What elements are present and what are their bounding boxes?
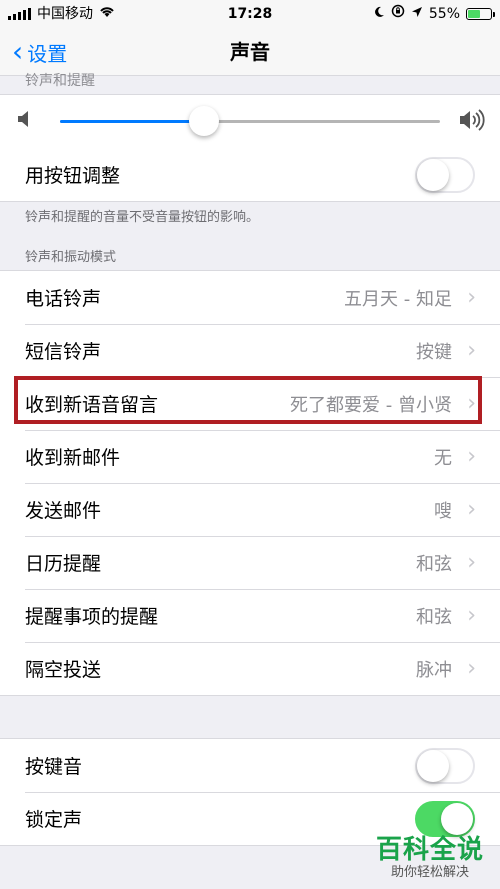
list-item[interactable]: 日历提醒 和弦 › [0, 536, 500, 589]
ringer-section-header: 铃声和提醒 [25, 73, 95, 89]
volume-slider-row [0, 95, 500, 148]
list-item[interactable]: 收到新邮件 无 › [0, 430, 500, 483]
status-bar: 中国移动 17:28 55% [0, 0, 500, 28]
list-item-value: 五月天 - 知足 [344, 288, 452, 310]
chevron-right-icon: › [467, 603, 476, 628]
chevron-right-icon: › [467, 656, 476, 681]
list-item-value: 死了都要爱 - 曾小贤 [290, 394, 452, 416]
navigation-bar: ‹ 设置 声音 [0, 28, 500, 76]
volume-slider[interactable] [60, 106, 440, 136]
battery-percent: 55% [428, 6, 460, 22]
list-item-label: 日历提醒 [25, 553, 102, 575]
ringer-group: 用按钮调整 [0, 94, 500, 202]
chevron-right-icon: › [467, 497, 476, 522]
toggle-knob [417, 158, 449, 191]
list-item[interactable]: 发送邮件 嗖 › [0, 483, 500, 536]
toggle-knob [417, 749, 449, 782]
page-title: 声音 [230, 40, 270, 64]
chevron-right-icon: › [467, 285, 476, 310]
list-item-label: 提醒事项的提醒 [25, 606, 159, 628]
chevron-right-icon: › [467, 444, 476, 469]
battery-fill [468, 10, 480, 18]
list-item-label: 短信铃声 [25, 341, 102, 363]
watermark-sub: 助你轻松解决 [390, 865, 469, 880]
lock-sound-toggle[interactable] [415, 800, 475, 837]
list-item-value: 和弦 [416, 553, 452, 575]
volume-slider-fill [60, 120, 205, 123]
list-item-label: 电话铃声 [25, 288, 102, 310]
toggle-knob [441, 802, 473, 835]
list-item-value: 无 [434, 447, 452, 469]
watermark-main: 百科全说 [375, 835, 484, 865]
adjust-with-buttons-label: 用按钮调整 [25, 165, 121, 187]
list-item-label: 收到新语音留言 [25, 394, 159, 416]
list-item-value: 嗖 [434, 500, 452, 522]
keyboard-clicks-row: 按键音 [0, 739, 500, 792]
adjust-with-buttons-toggle[interactable] [415, 156, 475, 193]
lock-sound-label: 锁定声 [25, 809, 83, 831]
status-right: 55% [373, 0, 495, 28]
list-item[interactable]: 电话铃声 五月天 - 知足 › [0, 271, 500, 324]
ringer-section-footer: 铃声和提醒的音量不受音量按钮的影响。 [25, 210, 260, 225]
list-item-value: 和弦 [416, 606, 452, 628]
patterns-group: 电话铃声 五月天 - 知足 › 短信铃声 按键 › 收到新语音留言 死了都要爱 … [0, 270, 500, 696]
keyboard-clicks-label: 按键音 [25, 756, 83, 778]
moon-icon [373, 0, 385, 28]
list-item[interactable]: 提醒事项的提醒 和弦 › [0, 589, 500, 642]
volume-low-icon [16, 109, 32, 133]
volume-high-icon [458, 109, 486, 135]
watermark: 百科全说 助你轻松解决 [370, 835, 490, 881]
adjust-with-buttons-row: 用按钮调整 [0, 148, 500, 201]
list-item-label: 收到新邮件 [25, 447, 121, 469]
list-item-value: 脉冲 [416, 659, 452, 681]
rotation-lock-icon [391, 0, 405, 28]
list-item-value: 按键 [416, 341, 452, 363]
list-item[interactable]: 隔空投送 脉冲 › [0, 642, 500, 695]
volume-slider-knob[interactable] [189, 106, 220, 136]
list-item[interactable]: 短信铃声 按键 › [0, 324, 500, 377]
battery-icon [466, 8, 495, 20]
location-icon [411, 0, 423, 28]
patterns-section-header: 铃声和振动模式 [25, 250, 117, 265]
list-item-label: 隔空投送 [25, 659, 102, 681]
chevron-right-icon: › [467, 338, 476, 363]
chevron-right-icon: › [467, 391, 476, 416]
chevron-right-icon: › [467, 550, 476, 575]
keyboard-clicks-toggle[interactable] [415, 747, 475, 784]
list-item-label: 发送邮件 [25, 500, 102, 522]
bottom-group: 按键音 锁定声 [0, 738, 500, 846]
list-item[interactable]: 收到新语音留言 死了都要爱 - 曾小贤 › [0, 377, 500, 430]
